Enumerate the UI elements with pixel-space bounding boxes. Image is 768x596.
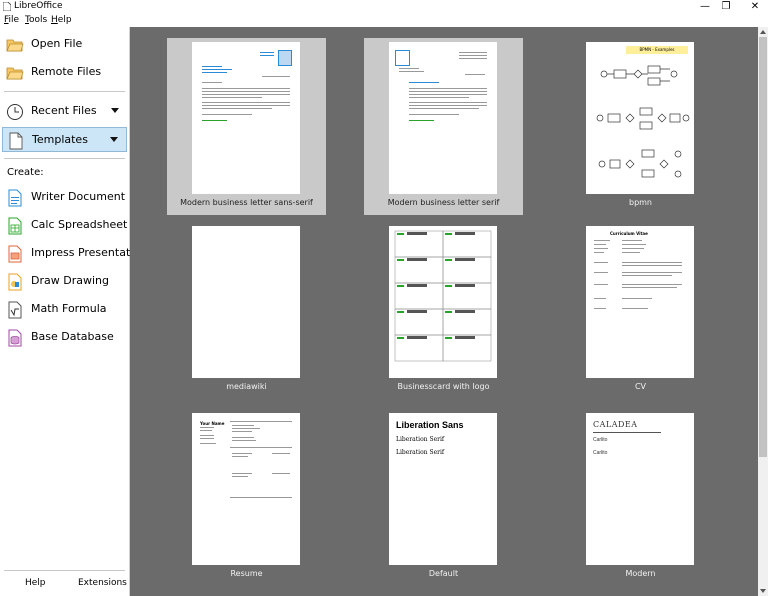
minimize-button[interactable]: — [694, 0, 716, 14]
template-label: Modern business letter serif [387, 198, 500, 207]
menu-help[interactable]: Help [51, 15, 72, 25]
template-icon [9, 132, 23, 150]
create-base-label: Base Database [31, 330, 114, 343]
template-tile[interactable]: Your Name Resume [167, 409, 326, 586]
start-center-sidebar: Open File Remote Files Recent Files Temp… [0, 27, 147, 596]
create-label: Create: [7, 167, 44, 178]
template-thumbnail: Curriculum Vitae [586, 226, 694, 378]
create-draw-button[interactable]: Draw Drawing [2, 269, 127, 294]
close-button[interactable]: ✕ [744, 0, 766, 14]
create-base-button[interactable]: Base Database [2, 325, 127, 350]
window-title: LibreOffice [14, 1, 63, 11]
restore-button[interactable]: ❐ [715, 0, 737, 14]
base-icon [8, 329, 22, 347]
template-label: Default [428, 569, 459, 578]
help-button[interactable]: Help [25, 578, 46, 588]
template-label: Modern business letter sans-serif [180, 198, 313, 207]
template-thumbnail: CALADEA Carlito Carlito [586, 413, 694, 565]
sidebar-separator [4, 91, 125, 92]
create-math-label: Math Formula [31, 302, 107, 315]
calc-icon [8, 217, 22, 235]
chevron-down-icon[interactable] [111, 108, 119, 113]
template-label: Modern [625, 569, 656, 578]
writer-icon [8, 189, 22, 207]
folder-open-icon [6, 39, 24, 52]
template-thumbnail: Liberation Sans Liberation Serif Liberat… [389, 413, 497, 565]
sidebar-separator [4, 158, 125, 159]
create-impress-button[interactable]: Impress Presentation [2, 241, 147, 266]
impress-icon [8, 245, 22, 263]
template-thumbnail: Your Name [192, 413, 300, 565]
scroll-thumb[interactable] [759, 37, 767, 457]
create-calc-button[interactable]: Calc Spreadsheet [2, 213, 127, 238]
remote-files-label: Remote Files [31, 65, 102, 78]
scroll-up-icon[interactable] [760, 30, 766, 34]
template-label: bpmn [628, 198, 653, 207]
title-bar: LibreOffice — ❐ ✕ [0, 0, 768, 14]
vertical-scrollbar[interactable] [758, 27, 768, 596]
templates-label: Templates [32, 133, 88, 146]
sidebar-separator [4, 570, 125, 571]
template-tile[interactable]: Liberation Sans Liberation Serif Liberat… [364, 409, 523, 586]
remote-files-button[interactable]: Remote Files [2, 60, 127, 85]
templates-view: Modern business letter sans-serif Modern… [130, 27, 758, 596]
chevron-down-icon[interactable] [110, 137, 118, 142]
template-tile[interactable]: BPMN - Examples bpmn [561, 38, 720, 215]
menu-bar: File Tools Help [0, 14, 768, 27]
create-math-button[interactable]: Math Formula [2, 297, 127, 322]
open-file-button[interactable]: Open File [2, 32, 127, 57]
template-thumbnail [192, 42, 300, 194]
template-tile[interactable]: Curriculum Vitae CV [561, 222, 720, 399]
menu-tools[interactable]: Tools [25, 15, 47, 25]
template-tile[interactable]: Modern business letter serif [364, 38, 523, 215]
templates-button[interactable]: Templates [2, 127, 127, 152]
template-label: Resume [230, 569, 263, 578]
template-tile[interactable]: CALADEA Carlito Carlito Modern [561, 409, 720, 586]
math-icon [8, 301, 22, 319]
template-label: CV [634, 382, 647, 391]
menu-file[interactable]: File [4, 15, 19, 25]
recent-files-label: Recent Files [31, 104, 97, 117]
template-tile[interactable]: Businesscard with logo [364, 222, 523, 399]
libreoffice-logo-icon [3, 2, 11, 11]
remote-folder-icon [6, 67, 24, 80]
template-thumbnail [389, 226, 497, 378]
draw-icon [8, 273, 22, 291]
open-file-label: Open File [31, 37, 83, 50]
template-label: Businesscard with logo [397, 382, 490, 391]
template-tile[interactable]: mediawiki [167, 222, 326, 399]
template-thumbnail: BPMN - Examples [586, 42, 694, 194]
scroll-down-icon[interactable] [760, 589, 766, 593]
create-writer-button[interactable]: Writer Document [2, 185, 127, 210]
template-thumbnail [192, 226, 300, 378]
template-thumbnail [389, 42, 497, 194]
create-writer-label: Writer Document [31, 190, 126, 203]
clock-icon [7, 104, 23, 120]
template-tile[interactable]: Modern business letter sans-serif [167, 38, 326, 215]
template-label: mediawiki [226, 382, 267, 391]
create-draw-label: Draw Drawing [31, 274, 109, 287]
extensions-button[interactable]: Extensions [78, 578, 127, 588]
create-calc-label: Calc Spreadsheet [31, 218, 128, 231]
recent-files-button[interactable]: Recent Files [2, 99, 127, 124]
